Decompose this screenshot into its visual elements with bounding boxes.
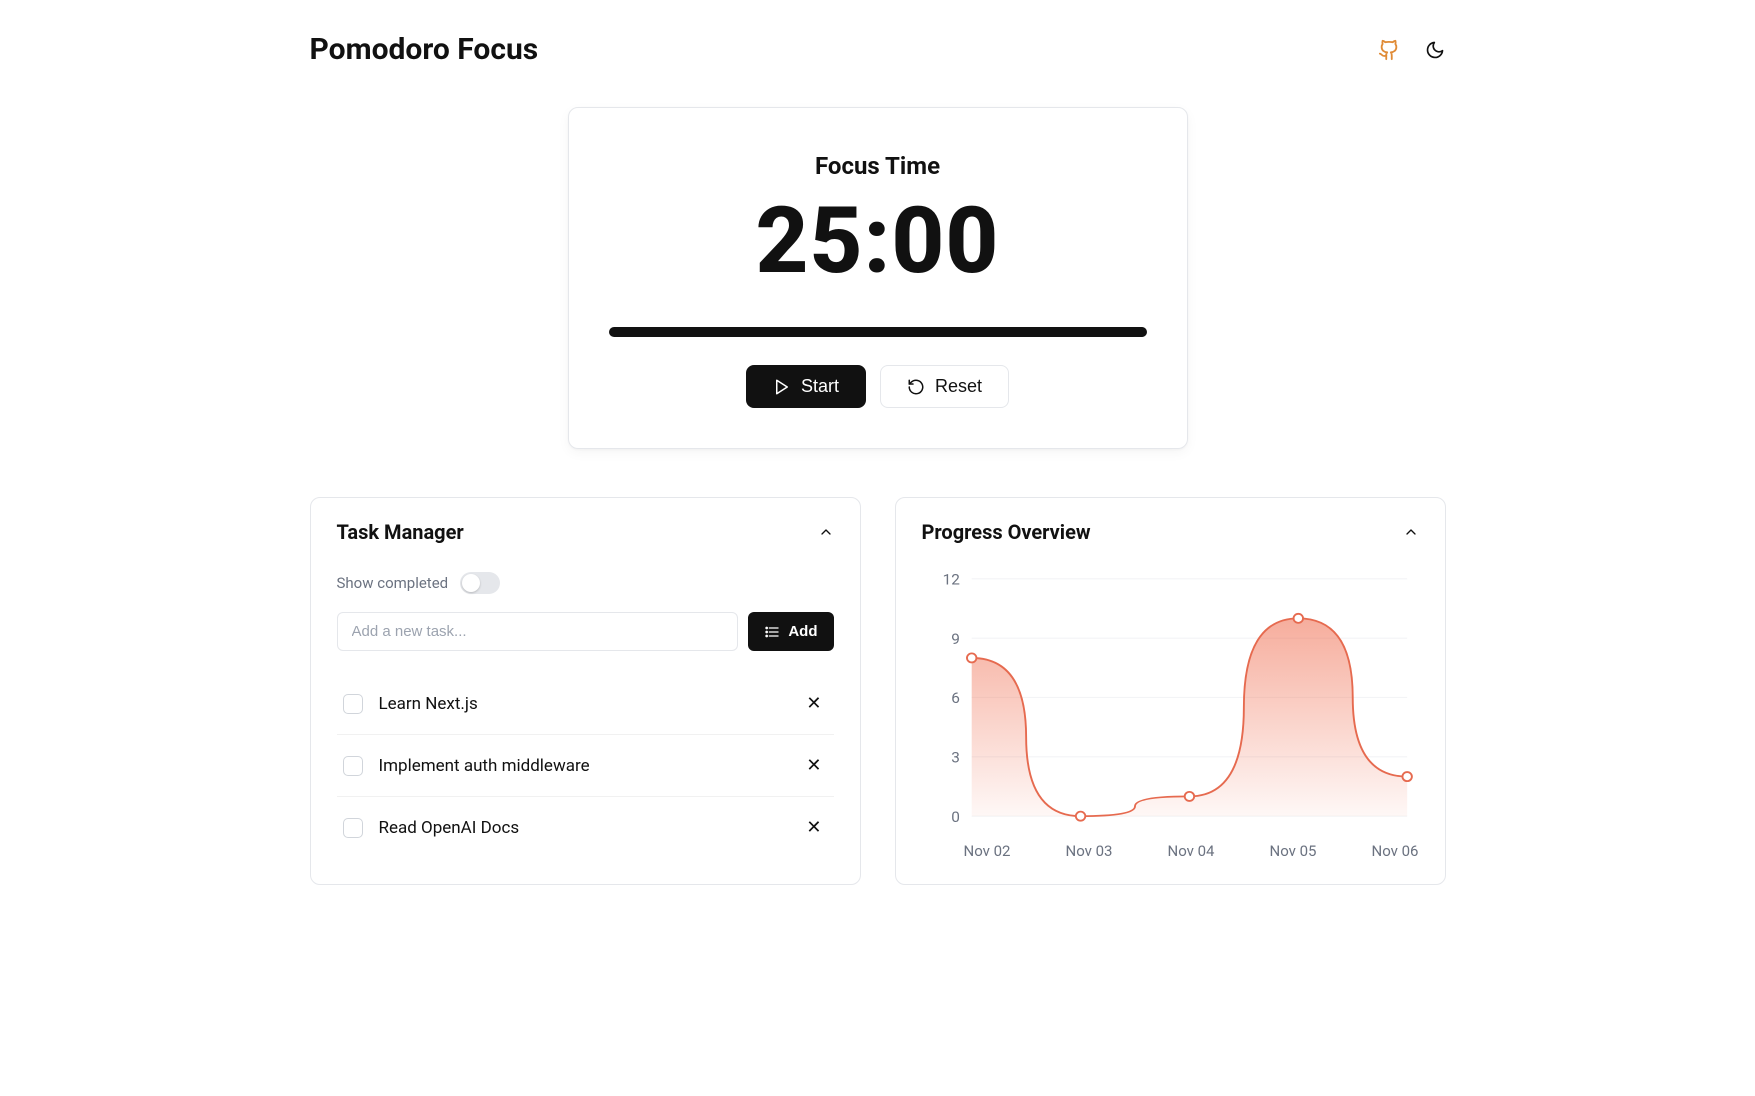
svg-text:6: 6: [951, 689, 960, 707]
timer-value: 25:00: [609, 188, 1147, 295]
start-button[interactable]: Start: [746, 365, 866, 408]
task-list: Learn Next.js ✕ Implement auth middlewar…: [337, 673, 834, 858]
task-checkbox[interactable]: [343, 694, 363, 714]
task-row: Learn Next.js ✕: [337, 673, 834, 735]
page-title: Pomodoro Focus: [310, 32, 539, 67]
timer-progress-bar: [609, 327, 1147, 337]
reset-icon: [907, 378, 925, 396]
play-icon: [773, 378, 791, 396]
chart-x-tick: Nov 06: [1372, 842, 1419, 860]
show-completed-toggle[interactable]: [460, 572, 500, 594]
delete-task-icon[interactable]: ✕: [800, 689, 827, 718]
reset-button[interactable]: Reset: [880, 365, 1009, 408]
header: Pomodoro Focus: [310, 32, 1446, 67]
start-button-label: Start: [801, 376, 839, 397]
add-task-button[interactable]: Add: [748, 612, 833, 651]
show-completed-label: Show completed: [337, 574, 449, 592]
chevron-up-icon[interactable]: [1403, 524, 1419, 540]
new-task-input[interactable]: [337, 612, 739, 651]
delete-task-icon[interactable]: ✕: [800, 813, 827, 842]
chart-x-labels: Nov 02 Nov 03 Nov 04 Nov 05 Nov 06: [922, 836, 1419, 860]
svg-text:12: 12: [942, 571, 959, 589]
progress-panel-title: Progress Overview: [922, 520, 1091, 544]
task-manager-panel: Task Manager Show completed: [310, 497, 861, 885]
github-icon[interactable]: [1378, 39, 1400, 61]
header-icons: [1378, 39, 1446, 61]
svg-text:3: 3: [951, 749, 960, 767]
task-label: Implement auth middleware: [379, 756, 801, 776]
svg-text:0: 0: [951, 808, 960, 826]
task-label: Read OpenAI Docs: [379, 818, 801, 838]
timer-buttons: Start Reset: [609, 365, 1147, 408]
task-label: Learn Next.js: [379, 694, 801, 714]
delete-task-icon[interactable]: ✕: [800, 751, 827, 780]
chevron-up-icon[interactable]: [818, 524, 834, 540]
moon-icon[interactable]: [1424, 39, 1446, 61]
task-row: Implement auth middleware ✕: [337, 735, 834, 797]
add-button-label: Add: [788, 623, 817, 640]
timer-card: Focus Time 25:00 Start Reset: [568, 107, 1188, 449]
chart-x-tick: Nov 04: [1168, 842, 1215, 860]
list-icon: [764, 624, 780, 640]
progress-overview-panel: Progress Overview 036912 Nov 02Nov 03Nov…: [895, 497, 1446, 885]
task-row: Read OpenAI Docs ✕: [337, 797, 834, 858]
task-checkbox[interactable]: [343, 818, 363, 838]
chart-x-tick: Nov 05: [1270, 842, 1317, 860]
task-panel-title: Task Manager: [337, 520, 464, 544]
chart-x-tick: Nov 02: [964, 842, 1011, 860]
reset-button-label: Reset: [935, 376, 982, 397]
chart-x-tick: Nov 03: [1066, 842, 1113, 860]
progress-chart: 036912 Nov 02Nov 03Nov 04Nov 05Nov 06: [922, 572, 1419, 832]
task-checkbox[interactable]: [343, 756, 363, 776]
svg-text:9: 9: [951, 630, 960, 648]
timer-mode-label: Focus Time: [609, 152, 1147, 180]
